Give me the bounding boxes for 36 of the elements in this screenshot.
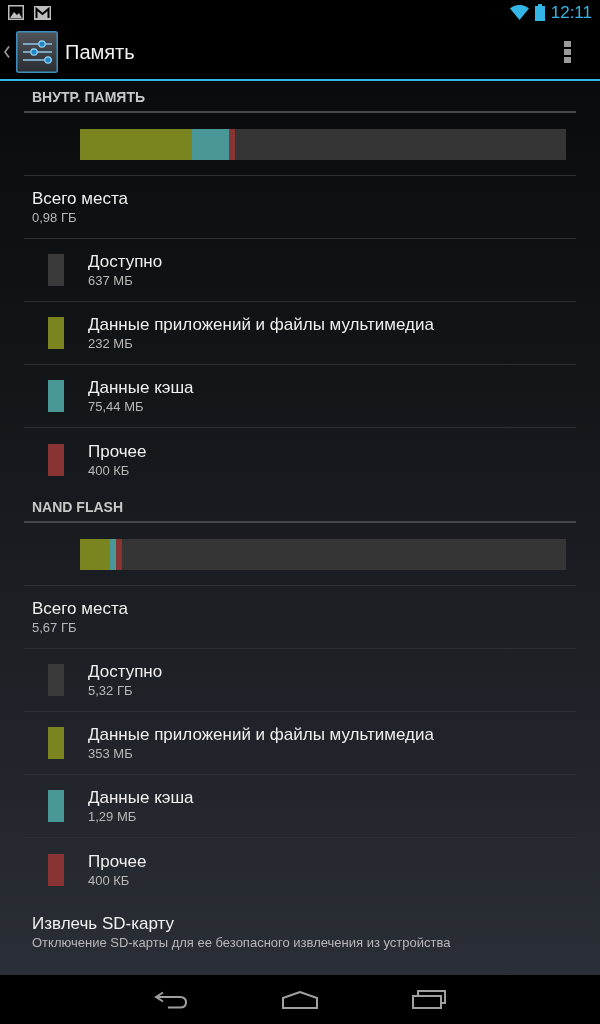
sliders-icon[interactable]	[16, 31, 58, 73]
image-icon	[8, 5, 24, 20]
category-size: 637 МБ	[88, 272, 134, 289]
total-space-value: 5,67 ГБ	[32, 619, 78, 636]
category-label: Данные приложений и файлы мультимедиа	[88, 314, 434, 335]
back-icon[interactable]	[154, 990, 188, 1009]
battery-icon	[534, 4, 545, 21]
category-label: Прочее	[88, 850, 147, 872]
overflow-menu-icon[interactable]	[564, 41, 571, 63]
category-label: Данные кэша	[88, 377, 194, 398]
category-label: Доступно	[88, 661, 163, 682]
recents-icon[interactable]	[412, 990, 446, 1009]
category-label: Прочее	[88, 440, 147, 462]
category-size: 1,29 МБ	[88, 808, 138, 825]
category-label: Доступно	[88, 251, 163, 272]
section-header: NAND FLASH	[32, 499, 124, 515]
wifi-icon	[509, 5, 529, 20]
clock-time: 12:11	[550, 4, 592, 21]
section-header: ВНУТР. ПАМЯТЬ	[32, 89, 146, 105]
category-label: Данные кэша	[88, 787, 194, 808]
screen-title: Память	[65, 40, 135, 65]
category-label: Данные приложений и файлы мультимедиа	[88, 724, 434, 745]
category-size: 5,32 ГБ	[88, 682, 134, 699]
category-size: 232 МБ	[88, 335, 134, 352]
mail-icon	[34, 5, 51, 20]
total-space-label: Всего места	[32, 188, 129, 209]
category-size: 400 КБ	[88, 871, 131, 889]
total-space-label: Всего места	[32, 598, 129, 619]
caret-icon	[4, 46, 10, 58]
category-size: 75,44 МБ	[88, 398, 145, 415]
home-icon[interactable]	[282, 990, 318, 1009]
eject-title[interactable]: Извлечь SD-карту	[32, 913, 568, 934]
total-space-value: 0,98 ГБ	[32, 209, 78, 226]
category-size: 353 МБ	[88, 745, 134, 762]
category-size: 400 КБ	[88, 461, 131, 479]
eject-summary: Отключение SD-карты для ее безопасного извлечения из устройства	[32, 934, 452, 951]
